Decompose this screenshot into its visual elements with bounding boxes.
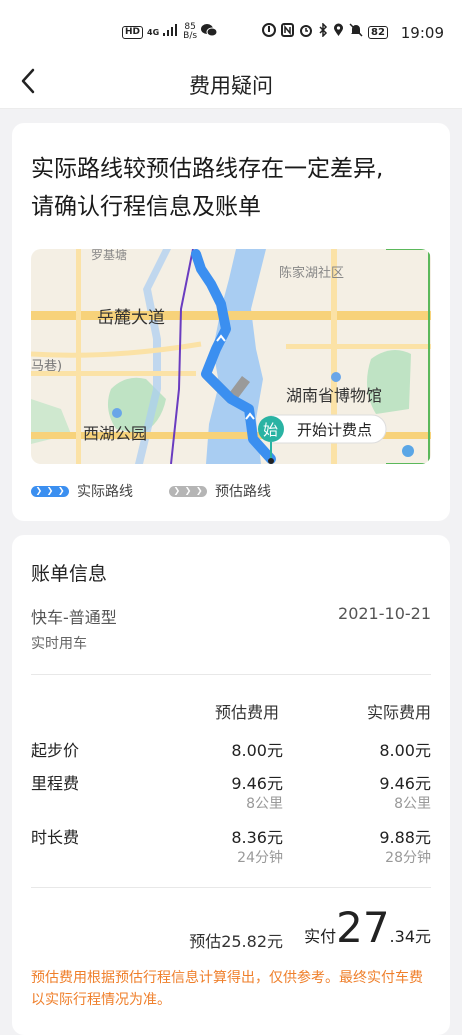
- route-card: 实际路线较预估路线存在一定差异, 请确认行程信息及账单 罗基塘 陈家湖社区 岳麓…: [12, 123, 450, 521]
- fee-label-mileage: 里程费: [31, 774, 80, 793]
- fare-disclaimer: 预估费用根据预估行程信息计算得出，仅供参考。最终实付车费以实际行程情况为准。: [31, 970, 423, 1008]
- map-label-museum: 湖南省博物馆: [286, 386, 382, 405]
- mute-icon: [349, 23, 363, 41]
- estimated-total: 预估25.82元: [189, 932, 283, 951]
- trip-mode: 实时用车: [31, 636, 87, 652]
- route-headline: 实际路线较预估路线存在一定差异, 请确认行程信息及账单: [31, 150, 383, 226]
- car-type: 快车-普通型: [31, 608, 117, 627]
- fee-mileage-actual: 9.46元: [379, 774, 431, 793]
- map-label-yuelu-road: 岳麓大道: [97, 308, 165, 328]
- divider: [31, 887, 431, 888]
- location-icon: [333, 23, 344, 41]
- route-legend: ❯ ❯ ❯ 实际路线 ❯ ❯ ❯ 预估路线: [31, 481, 307, 501]
- battery-icon: 82: [368, 25, 388, 39]
- fee-base-actual: 8.00元: [379, 741, 431, 760]
- legend-estimated-label: 预估路线: [215, 484, 271, 500]
- status-left-icons: HD 4G 85 B/s: [122, 23, 218, 41]
- fee-duration-actual: 9.88元: [379, 828, 431, 847]
- network-speed: 85 B/s: [183, 23, 197, 41]
- paid-amount-integer: 27: [336, 903, 390, 952]
- nav-header: 费用疑问: [0, 58, 462, 109]
- nfc-icon: [281, 23, 294, 41]
- route-map[interactable]: 罗基塘 陈家湖社区 岳麓大道 马巷) 湖南省博物馆 西湖公园 开始计费点 始: [31, 249, 431, 464]
- map-label-chenjiahu: 陈家湖社区: [279, 265, 344, 281]
- estimated-route-swatch-icon: ❯ ❯ ❯: [169, 485, 207, 497]
- fee-label-base: 起步价: [31, 741, 80, 760]
- status-bar: HD 4G 85 B/s 82 19:09: [0, 0, 462, 58]
- hd-indicator: HD: [122, 25, 144, 39]
- paid-label: 实付: [304, 927, 337, 946]
- bill-section-title: 账单信息: [31, 563, 108, 585]
- ev-icon: [262, 23, 276, 41]
- wechat-icon: [201, 23, 218, 41]
- fee-mileage-estimated-distance: 8公里: [246, 796, 283, 812]
- fee-label-duration: 时长费: [31, 828, 80, 847]
- paid-total: 实付27.34元: [304, 907, 431, 949]
- alarm-icon: [299, 23, 313, 41]
- legend-actual: ❯ ❯ ❯ 实际路线: [31, 481, 133, 501]
- fee-mileage-actual-distance: 8公里: [394, 796, 431, 812]
- map-label-xiang: 马巷): [31, 359, 62, 374]
- fee-duration-actual-time: 28分钟: [385, 850, 431, 866]
- legend-actual-label: 实际路线: [77, 484, 133, 500]
- actual-route-swatch-icon: ❯ ❯ ❯: [31, 485, 69, 497]
- start-marker-badge: 始: [263, 421, 278, 439]
- speed-unit: B/s: [183, 31, 198, 41]
- bill-card: 账单信息 快车-普通型 2021-10-21 实时用车 预估费用 实际费用 起步…: [12, 535, 450, 1035]
- status-time: 19:09: [400, 24, 444, 42]
- map-label-luojitang: 罗基塘: [91, 249, 127, 262]
- fee-duration-estimated-time: 24分钟: [237, 850, 283, 866]
- signal-icon: [163, 24, 179, 40]
- trip-date: 2021-10-21: [338, 604, 431, 623]
- map-canvas: 罗基塘 陈家湖社区 岳麓大道 马巷) 湖南省博物馆 西湖公园 开始计费点 始: [31, 249, 431, 464]
- col-estimated-header: 预估费用: [215, 703, 280, 722]
- page-title: 费用疑问: [189, 74, 273, 98]
- network-type: 4G: [147, 27, 160, 37]
- map-label-xihu-park: 西湖公园: [83, 424, 147, 443]
- start-point-label: 开始计费点: [297, 421, 372, 439]
- col-actual-header: 实际费用: [366, 703, 431, 722]
- fee-duration-estimated: 8.36元: [231, 828, 283, 847]
- headline-line-1: 实际路线较预估路线存在一定差异,: [31, 156, 384, 182]
- fee-base-estimated: 8.00元: [231, 741, 283, 760]
- divider: [31, 674, 431, 675]
- bluetooth-icon: [318, 22, 328, 41]
- status-right-icons: 82: [262, 22, 388, 41]
- headline-line-2: 请确认行程信息及账单: [31, 194, 261, 220]
- paid-amount-decimal: .34元: [389, 927, 431, 946]
- fee-mileage-estimated: 9.46元: [231, 774, 283, 793]
- legend-estimated: ❯ ❯ ❯ 预估路线: [169, 481, 271, 501]
